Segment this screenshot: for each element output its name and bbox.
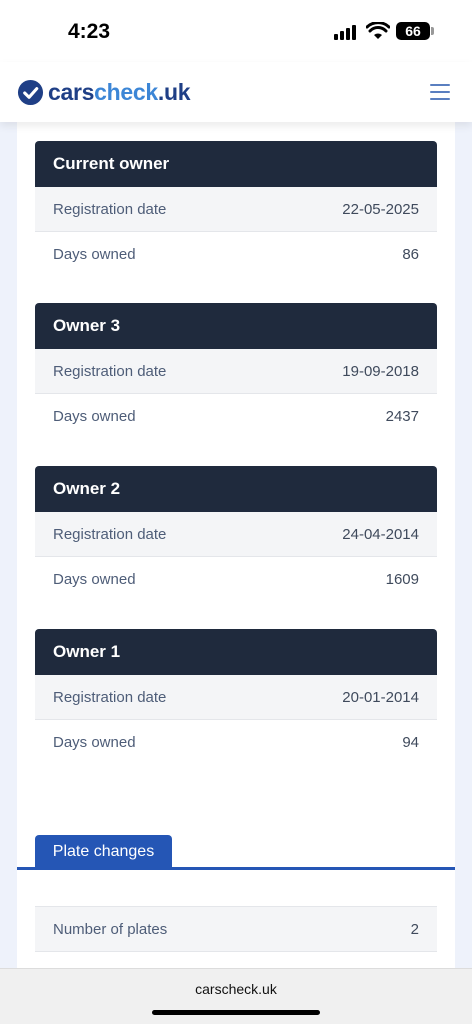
days-owned-row: Days owned 94 xyxy=(35,720,437,765)
check-badge-icon xyxy=(17,79,44,106)
number-of-plates-row: Number of plates 2 xyxy=(35,907,437,952)
owner-title: Owner 3 xyxy=(35,303,437,349)
registration-date-value: 20-01-2014 xyxy=(342,688,419,706)
days-owned-row: Days owned 1609 xyxy=(35,557,437,602)
hamburger-menu-icon[interactable] xyxy=(430,84,452,102)
days-owned-row: Days owned 2437 xyxy=(35,394,437,439)
brand-part-cars: cars xyxy=(48,79,95,105)
browser-address-bar[interactable]: carscheck.uk xyxy=(0,968,472,1024)
status-time: 4:23 xyxy=(68,20,111,43)
battery-cap xyxy=(431,27,434,35)
days-owned-row: Days owned 86 xyxy=(35,232,437,277)
days-owned-value: 2437 xyxy=(385,408,419,425)
cellular-signal-icon xyxy=(334,25,356,40)
status-bar: 4:23 66 xyxy=(0,0,472,62)
days-owned-label: Days owned xyxy=(53,408,136,425)
registration-date-value: 22-05-2025 xyxy=(342,200,419,218)
number-of-plates-card: Number of plates 2 xyxy=(35,906,437,952)
registration-date-value: 19-09-2018 xyxy=(342,362,419,380)
owner-title: Current owner xyxy=(35,141,437,187)
content-panel: Current owner Registration date 22-05-20… xyxy=(17,122,455,968)
days-owned-value: 1609 xyxy=(385,571,419,588)
registration-date-label: Registration date xyxy=(53,200,167,218)
owner-title: Owner 1 xyxy=(35,629,437,675)
owner-title: Owner 2 xyxy=(35,466,437,512)
site-header: carscheck.uk xyxy=(0,62,472,122)
wifi-icon xyxy=(366,22,390,39)
battery-icon: 66 xyxy=(396,22,430,40)
days-owned-label: Days owned xyxy=(53,571,136,588)
registration-date-row: Registration date 22-05-2025 xyxy=(35,187,437,232)
registration-date-label: Registration date xyxy=(53,688,167,706)
registration-date-label: Registration date xyxy=(53,525,167,543)
brand-part-check: check xyxy=(94,79,158,105)
days-owned-value: 94 xyxy=(402,734,419,751)
brand-name: carscheck.uk xyxy=(48,79,191,106)
registration-date-row: Registration date 19-09-2018 xyxy=(35,349,437,394)
registration-date-row: Registration date 24-04-2014 xyxy=(35,512,437,557)
registration-date-label: Registration date xyxy=(53,362,167,380)
site-logo[interactable]: carscheck.uk xyxy=(17,79,191,106)
number-of-plates-value: 2 xyxy=(410,920,419,938)
owner-card-current: Current owner Registration date 22-05-20… xyxy=(35,141,437,277)
days-owned-value: 86 xyxy=(402,246,419,263)
tab-plate-changes[interactable]: Plate changes xyxy=(35,835,172,868)
owner-card-1: Owner 1 Registration date 20-01-2014 Day… xyxy=(35,629,437,765)
browser-url[interactable]: carscheck.uk xyxy=(0,981,472,997)
tab-underline xyxy=(17,867,455,870)
brand-part-uk: .uk xyxy=(157,79,191,105)
number-of-plates-label: Number of plates xyxy=(53,920,168,938)
home-indicator[interactable] xyxy=(152,1010,320,1015)
registration-date-value: 24-04-2014 xyxy=(342,525,419,543)
owner-card-3: Owner 3 Registration date 19-09-2018 Day… xyxy=(35,303,437,439)
owner-card-2: Owner 2 Registration date 24-04-2014 Day… xyxy=(35,466,437,602)
days-owned-label: Days owned xyxy=(53,246,136,263)
registration-date-row: Registration date 20-01-2014 xyxy=(35,675,437,720)
days-owned-label: Days owned xyxy=(53,734,136,751)
